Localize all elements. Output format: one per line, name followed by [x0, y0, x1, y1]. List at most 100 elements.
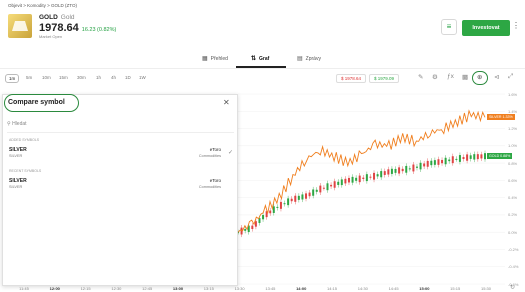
close-icon[interactable]: ✕ [223, 98, 230, 107]
share-icon[interactable]: ⊲ [494, 73, 499, 81]
gold-candle [315, 189, 318, 192]
added-label: ADDED SYMBOLS [9, 138, 40, 142]
timeframe-1m[interactable]: 1m [5, 74, 20, 83]
more-icon[interactable]: ⋮ [512, 21, 520, 30]
gold-candle [437, 159, 440, 165]
tab-chart[interactable]: ⇅ Graf [251, 55, 269, 62]
chart-type-icon[interactable]: ▩ [462, 73, 468, 81]
instrument-price: 1978.64 16.23 (0.82%) [39, 22, 116, 34]
timeframe-1d[interactable]: 1D [125, 75, 131, 80]
gold-candle [251, 225, 254, 230]
gold-candle [337, 181, 340, 185]
gold-candle [294, 195, 297, 202]
gold-candle [401, 168, 404, 172]
gold-candle [319, 185, 322, 193]
gold-candle [430, 160, 433, 166]
y-tick-label: 0.8% [508, 160, 518, 166]
buy-price[interactable]: $ 1979.09 [369, 74, 400, 83]
gold-candle [262, 215, 265, 220]
gold-candle [290, 198, 293, 202]
sell-price[interactable]: $ 1978.64 [336, 74, 367, 83]
x-tick-label: 15:30 [480, 286, 492, 291]
timeframe-4h[interactable]: 4h [111, 75, 116, 80]
added-source: eToro [209, 147, 221, 152]
gold-candle [408, 168, 411, 170]
gold-candle [473, 154, 476, 160]
gold-candle [484, 153, 486, 160]
indicators-icon[interactable]: ƒx [447, 73, 454, 80]
gold-candle [469, 155, 472, 159]
timeframe-5m[interactable]: 5m [26, 75, 32, 80]
grid-icon: ▦ [202, 56, 208, 62]
gold-candle [387, 169, 390, 175]
gold-candle [340, 179, 343, 186]
gold-candle [365, 174, 368, 182]
y-tick-label: 0.4% [508, 195, 518, 201]
gold-candle [476, 154, 479, 160]
x-tick-label: 14:15 [326, 286, 338, 291]
y-tick-label: 1.0% [508, 143, 518, 149]
gold-candle [344, 178, 347, 184]
added-symbol-name: SILVER [9, 154, 23, 158]
timeframe-1w[interactable]: 1W [139, 75, 146, 80]
x-tick-label: 13:45 [265, 286, 276, 291]
y-tick-label: 1.4% [508, 108, 518, 114]
y-tick-label: 0.0% [508, 229, 518, 235]
gold-candle [287, 198, 290, 206]
price-change: 16.23 (0.82%) [81, 27, 117, 33]
x-tick-label: 14:00 [296, 286, 307, 291]
gold-candle [347, 177, 350, 183]
gold-candle [383, 171, 386, 175]
gold-candle [441, 159, 444, 164]
recent-label: RECENT SYMBOLS [9, 169, 42, 173]
gold-candle [330, 184, 333, 187]
x-tick-label: 14:30 [357, 286, 368, 291]
timeframe-10m[interactable]: 10m [42, 75, 51, 80]
x-tick-label: 12:00 [49, 286, 60, 291]
gold-candle [301, 194, 304, 200]
silver-tag: SILVER 1.33% [487, 114, 515, 121]
timeframe-15m[interactable]: 15m [59, 75, 68, 80]
reset-icon[interactable]: ↻ [510, 284, 515, 291]
settings-icon[interactable]: ⚙ [432, 73, 438, 81]
instrument-symbol: GOLD [39, 14, 58, 21]
gold-candle [362, 177, 365, 179]
timeframe-30m[interactable]: 30m [77, 75, 86, 80]
check-icon[interactable]: ✓ [228, 149, 233, 156]
x-tick-label: 12:45 [142, 286, 153, 291]
fullscreen-icon[interactable]: ⤢ [508, 73, 513, 81]
tabs-divider [0, 68, 525, 69]
gold-candle [369, 176, 372, 178]
gold-candle [462, 157, 465, 159]
gold-candle [305, 193, 308, 199]
tab-news-label: Zprávy [305, 56, 321, 62]
gold-candle [448, 159, 451, 162]
search-input[interactable]: ⚲ Hledat [7, 121, 234, 133]
gold-candle [355, 177, 358, 181]
recent-symbol: SILVER [9, 178, 27, 184]
breadcrumb[interactable]: Objevit > Komodity > GOLD (ZTO) [8, 3, 77, 8]
draw-icon[interactable]: ✎ [418, 73, 423, 81]
instrument-title: GOLD Gold [39, 14, 75, 21]
gold-logo [8, 14, 32, 38]
compare-panel: Compare symbol ✕ ⚲ Hledat ADDED SYMBOLS … [2, 94, 238, 286]
invest-button[interactable]: Investovat [462, 20, 510, 36]
gold-candle [312, 189, 315, 196]
instrument-name: Gold [60, 14, 75, 21]
gold-candle [376, 174, 379, 177]
list-icon[interactable]: ≡ [441, 19, 457, 35]
recent-symbol-row[interactable]: SILVER SILVER eToro Commodities [9, 178, 235, 194]
added-symbol-row[interactable]: SILVER SILVER eToro Commodities ✓ [9, 147, 235, 163]
added-category: Commodities [198, 154, 221, 158]
tab-overview[interactable]: ▦ Přehled [202, 55, 228, 62]
gold-candle [351, 176, 354, 183]
recent-category: Commodities [198, 185, 221, 189]
recent-symbol-name: SILVER [9, 185, 23, 189]
tab-news[interactable]: ▤ Zprávy [297, 55, 321, 62]
gold-candle [433, 160, 436, 165]
x-tick-label: 14:45 [388, 286, 399, 291]
added-symbol: SILVER [9, 147, 27, 153]
timeframe-1h[interactable]: 1h [96, 75, 101, 80]
x-tick-label: 13:30 [234, 286, 245, 291]
market-status: Market Open [39, 34, 63, 39]
